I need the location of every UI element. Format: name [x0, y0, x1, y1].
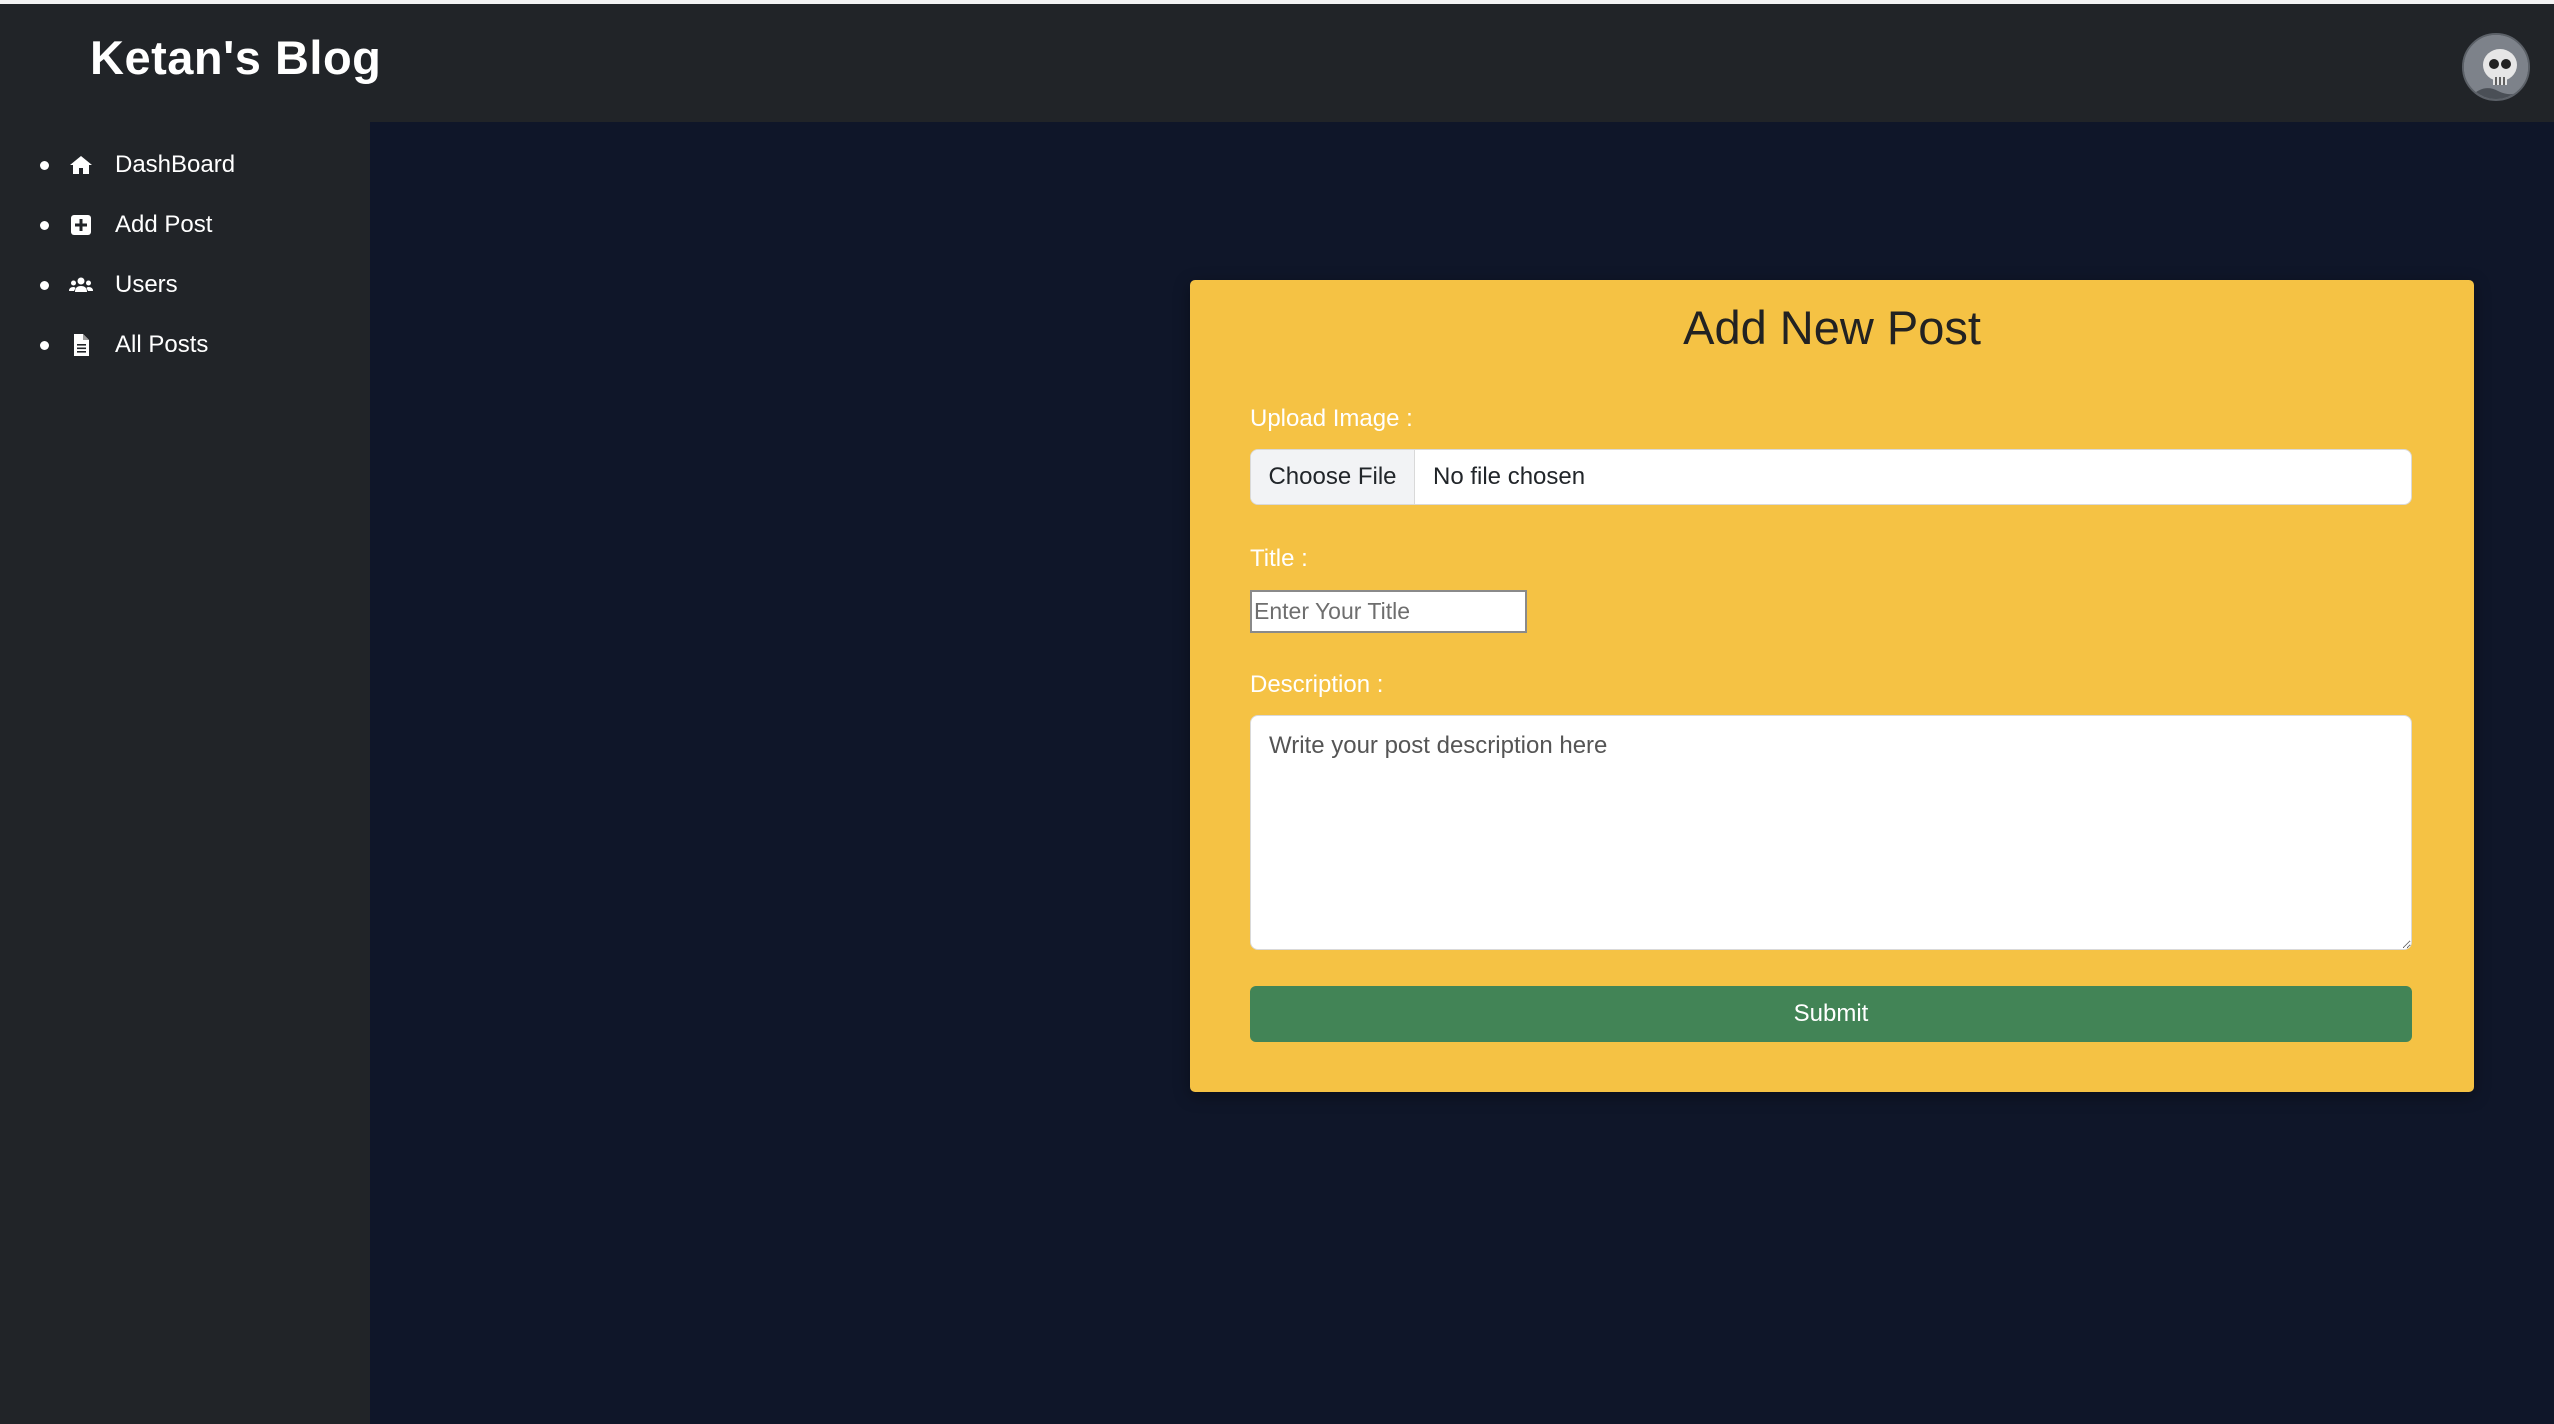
- sidebar-item-dashboard[interactable]: DashBoard: [40, 145, 235, 185]
- plus-square-icon: [67, 211, 95, 239]
- sidebar-item-users[interactable]: Users: [40, 265, 178, 305]
- sidebar-item-label: DashBoard: [115, 151, 236, 178]
- submit-button[interactable]: Submit: [1250, 986, 2412, 1042]
- sidebar-item-label: Add Post: [115, 211, 213, 238]
- title-input[interactable]: [1250, 590, 1527, 633]
- file-icon: [67, 331, 95, 359]
- add-post-card: Add New Post Upload Image : Choose File …: [1190, 280, 2474, 1092]
- choose-file-button[interactable]: Choose File: [1251, 450, 1415, 504]
- home-icon: [67, 151, 95, 179]
- list-bullet: [40, 160, 49, 170]
- page-title: Add New Post: [1683, 301, 1981, 354]
- skull-avatar-icon: [2464, 35, 2528, 99]
- list-bullet: [40, 220, 49, 230]
- list-bullet: [40, 340, 49, 350]
- brand-title[interactable]: Ketan's Blog: [90, 30, 381, 85]
- main-content: Add New Post Upload Image : Choose File …: [370, 122, 2554, 1424]
- user-avatar[interactable]: [2462, 33, 2530, 101]
- image-upload-field[interactable]: Choose File No file chosen: [1250, 449, 2412, 505]
- sidebar-item-all-posts[interactable]: All Posts: [40, 325, 208, 365]
- upload-image-label: Upload Image :: [1250, 405, 1413, 432]
- sidebar-item-add-post[interactable]: Add Post: [40, 205, 212, 245]
- users-icon: [67, 271, 95, 299]
- list-bullet: [40, 280, 49, 290]
- top-navbar: Ketan's Blog: [0, 4, 2554, 122]
- sidebar: DashBoard Add Post Users All Posts: [0, 122, 370, 1424]
- description-label: Description :: [1250, 671, 1384, 698]
- description-textarea[interactable]: [1250, 715, 2412, 950]
- file-status-text: No file chosen: [1433, 463, 1586, 490]
- sidebar-item-label: All Posts: [115, 331, 209, 358]
- title-label: Title :: [1250, 545, 1308, 572]
- sidebar-item-label: Users: [115, 271, 178, 298]
